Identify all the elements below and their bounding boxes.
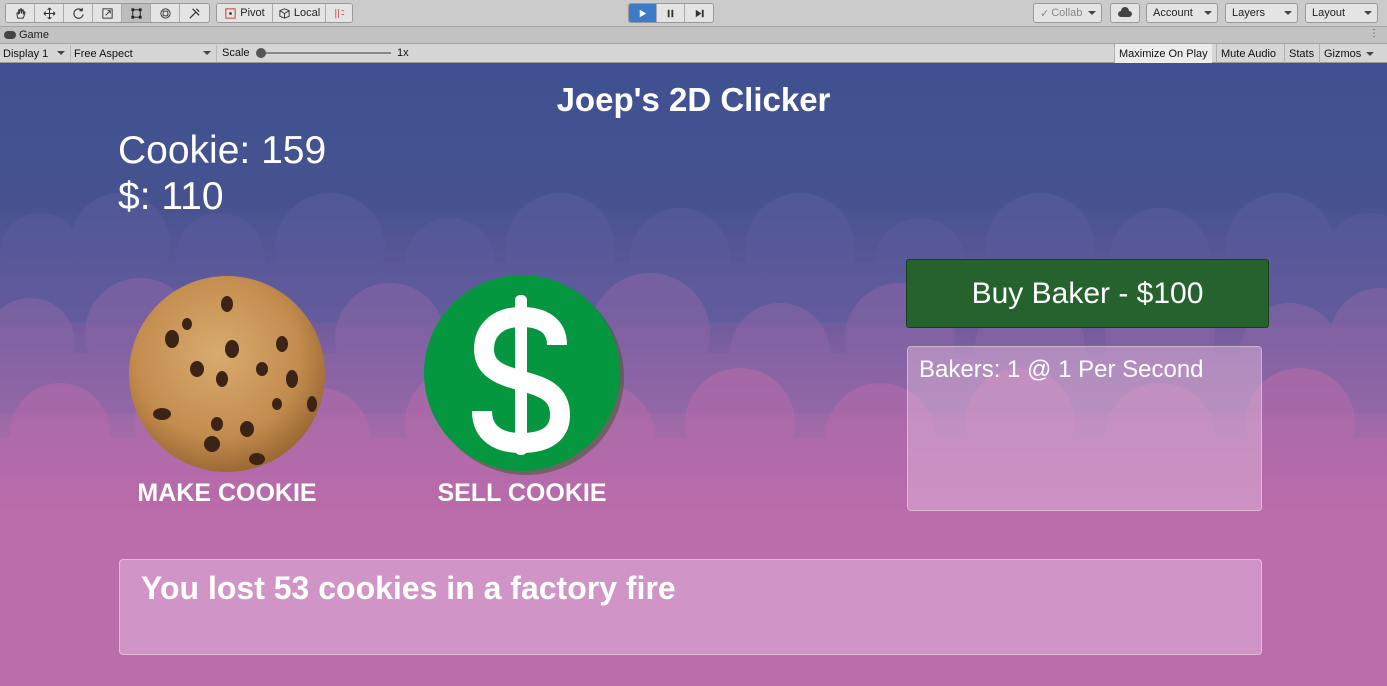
snap-icon[interactable] — [326, 4, 352, 22]
layers-dropdown[interactable]: Layers — [1225, 3, 1298, 23]
tab-menu-icon[interactable]: ⋮ — [1369, 28, 1379, 39]
chevron-down-icon — [203, 51, 211, 55]
chevron-down-icon — [1204, 11, 1212, 15]
tool-group — [5, 3, 210, 23]
buy-baker-button[interactable]: Buy Baker - $100 — [906, 259, 1269, 328]
layout-dropdown[interactable]: Layout — [1305, 3, 1378, 23]
sell-cookie-label: SELL COOKIE — [437, 479, 607, 507]
chevron-down-icon — [1364, 11, 1372, 15]
chevron-down-icon — [1366, 51, 1375, 56]
local-label: Local — [293, 7, 321, 19]
pause-button[interactable] — [657, 4, 685, 22]
playmode-group — [628, 3, 714, 23]
tab-game[interactable]: Game — [4, 29, 49, 41]
account-label: Account — [1153, 7, 1193, 19]
tab-game-label: Game — [19, 29, 49, 41]
step-button[interactable] — [685, 4, 713, 22]
gamepad-icon — [4, 31, 16, 39]
collab-dropdown[interactable]: ✓ Collab — [1033, 3, 1102, 23]
scale-value: 1x — [397, 47, 409, 59]
hand-tool-icon[interactable] — [6, 4, 35, 22]
aspect-label: Free Aspect — [74, 47, 133, 60]
chevron-down-icon — [1088, 11, 1096, 15]
rect-tool-icon[interactable] — [122, 4, 151, 22]
collab-label: Collab — [1051, 7, 1083, 19]
mute-audio-toggle[interactable]: Mute Audio — [1216, 44, 1280, 63]
pivot-group: Pivot Local — [216, 3, 353, 23]
pause-icon — [667, 9, 674, 17]
pivot-icon — [225, 7, 236, 19]
rotate-tool-icon[interactable] — [64, 4, 93, 22]
buy-baker-label: Buy Baker - $100 — [971, 276, 1204, 310]
make-cookie-label: MAKE COOKIE — [137, 479, 317, 507]
pivot-toggle[interactable]: Pivot — [217, 4, 273, 22]
scale-tool-icon[interactable] — [93, 4, 122, 22]
transform-tool-icon[interactable] — [151, 4, 180, 22]
step-icon — [695, 9, 704, 17]
bakers-info-panel: Bakers: 1 @ 1 Per Second — [907, 346, 1262, 511]
cloud-button[interactable] — [1110, 3, 1140, 23]
money-count: $: 110 — [118, 175, 224, 218]
game-options-bar: Display 1 Free Aspect Scale 1x Maximize … — [0, 44, 1387, 63]
layers-label: Layers — [1232, 7, 1266, 19]
event-message-panel: You lost 53 cookies in a factory fire — [119, 559, 1262, 655]
maximize-on-play-toggle[interactable]: Maximize On Play — [1114, 44, 1212, 63]
bakers-info-text: Bakers: 1 @ 1 Per Second — [919, 356, 1204, 383]
aspect-dropdown[interactable]: Free Aspect — [71, 45, 217, 62]
stats-toggle[interactable]: Stats — [1284, 44, 1318, 63]
stats-label: Stats — [1289, 47, 1315, 60]
display-label: Display 1 — [3, 47, 49, 60]
sell-cookie-button[interactable] — [422, 273, 626, 477]
gizmos-label: Gizmos — [1324, 47, 1362, 60]
collab-check-icon: ✓ — [1040, 7, 1050, 20]
play-icon — [639, 9, 647, 17]
chevron-down-icon — [1284, 11, 1292, 15]
gizmos-dropdown[interactable]: Gizmos — [1319, 44, 1387, 63]
scale-slider-thumb[interactable] — [256, 48, 266, 58]
chevron-down-icon — [57, 51, 65, 55]
local-icon — [279, 7, 290, 19]
make-cookie-button[interactable] — [127, 274, 327, 474]
pivot-label: Pivot — [240, 7, 265, 19]
cookie-count: Cookie: 159 — [118, 129, 327, 172]
account-dropdown[interactable]: Account — [1146, 3, 1218, 23]
game-view: Joep's 2D Clicker Cookie: 159 $: 110 MAK… — [0, 63, 1387, 686]
scale-label: Scale — [222, 47, 250, 59]
custom-tool-icon[interactable] — [180, 4, 209, 22]
game-tab-row: Game ⋮ — [0, 27, 1387, 44]
unity-toolbar: Pivot Local ✓ Collab Account Layers Layo… — [0, 0, 1387, 27]
maximize-label: Maximize On Play — [1119, 47, 1208, 60]
play-button[interactable] — [629, 4, 657, 22]
move-tool-icon[interactable] — [35, 4, 64, 22]
event-message-text: You lost 53 cookies in a factory fire — [141, 570, 676, 606]
game-title: Joep's 2D Clicker — [556, 81, 831, 118]
local-toggle[interactable]: Local — [273, 4, 326, 22]
mute-label: Mute Audio — [1221, 47, 1277, 60]
cloud-icon — [1118, 7, 1132, 17]
scale-slider-track[interactable] — [261, 52, 391, 54]
layout-label: Layout — [1312, 7, 1346, 19]
display-dropdown[interactable]: Display 1 — [0, 45, 71, 62]
